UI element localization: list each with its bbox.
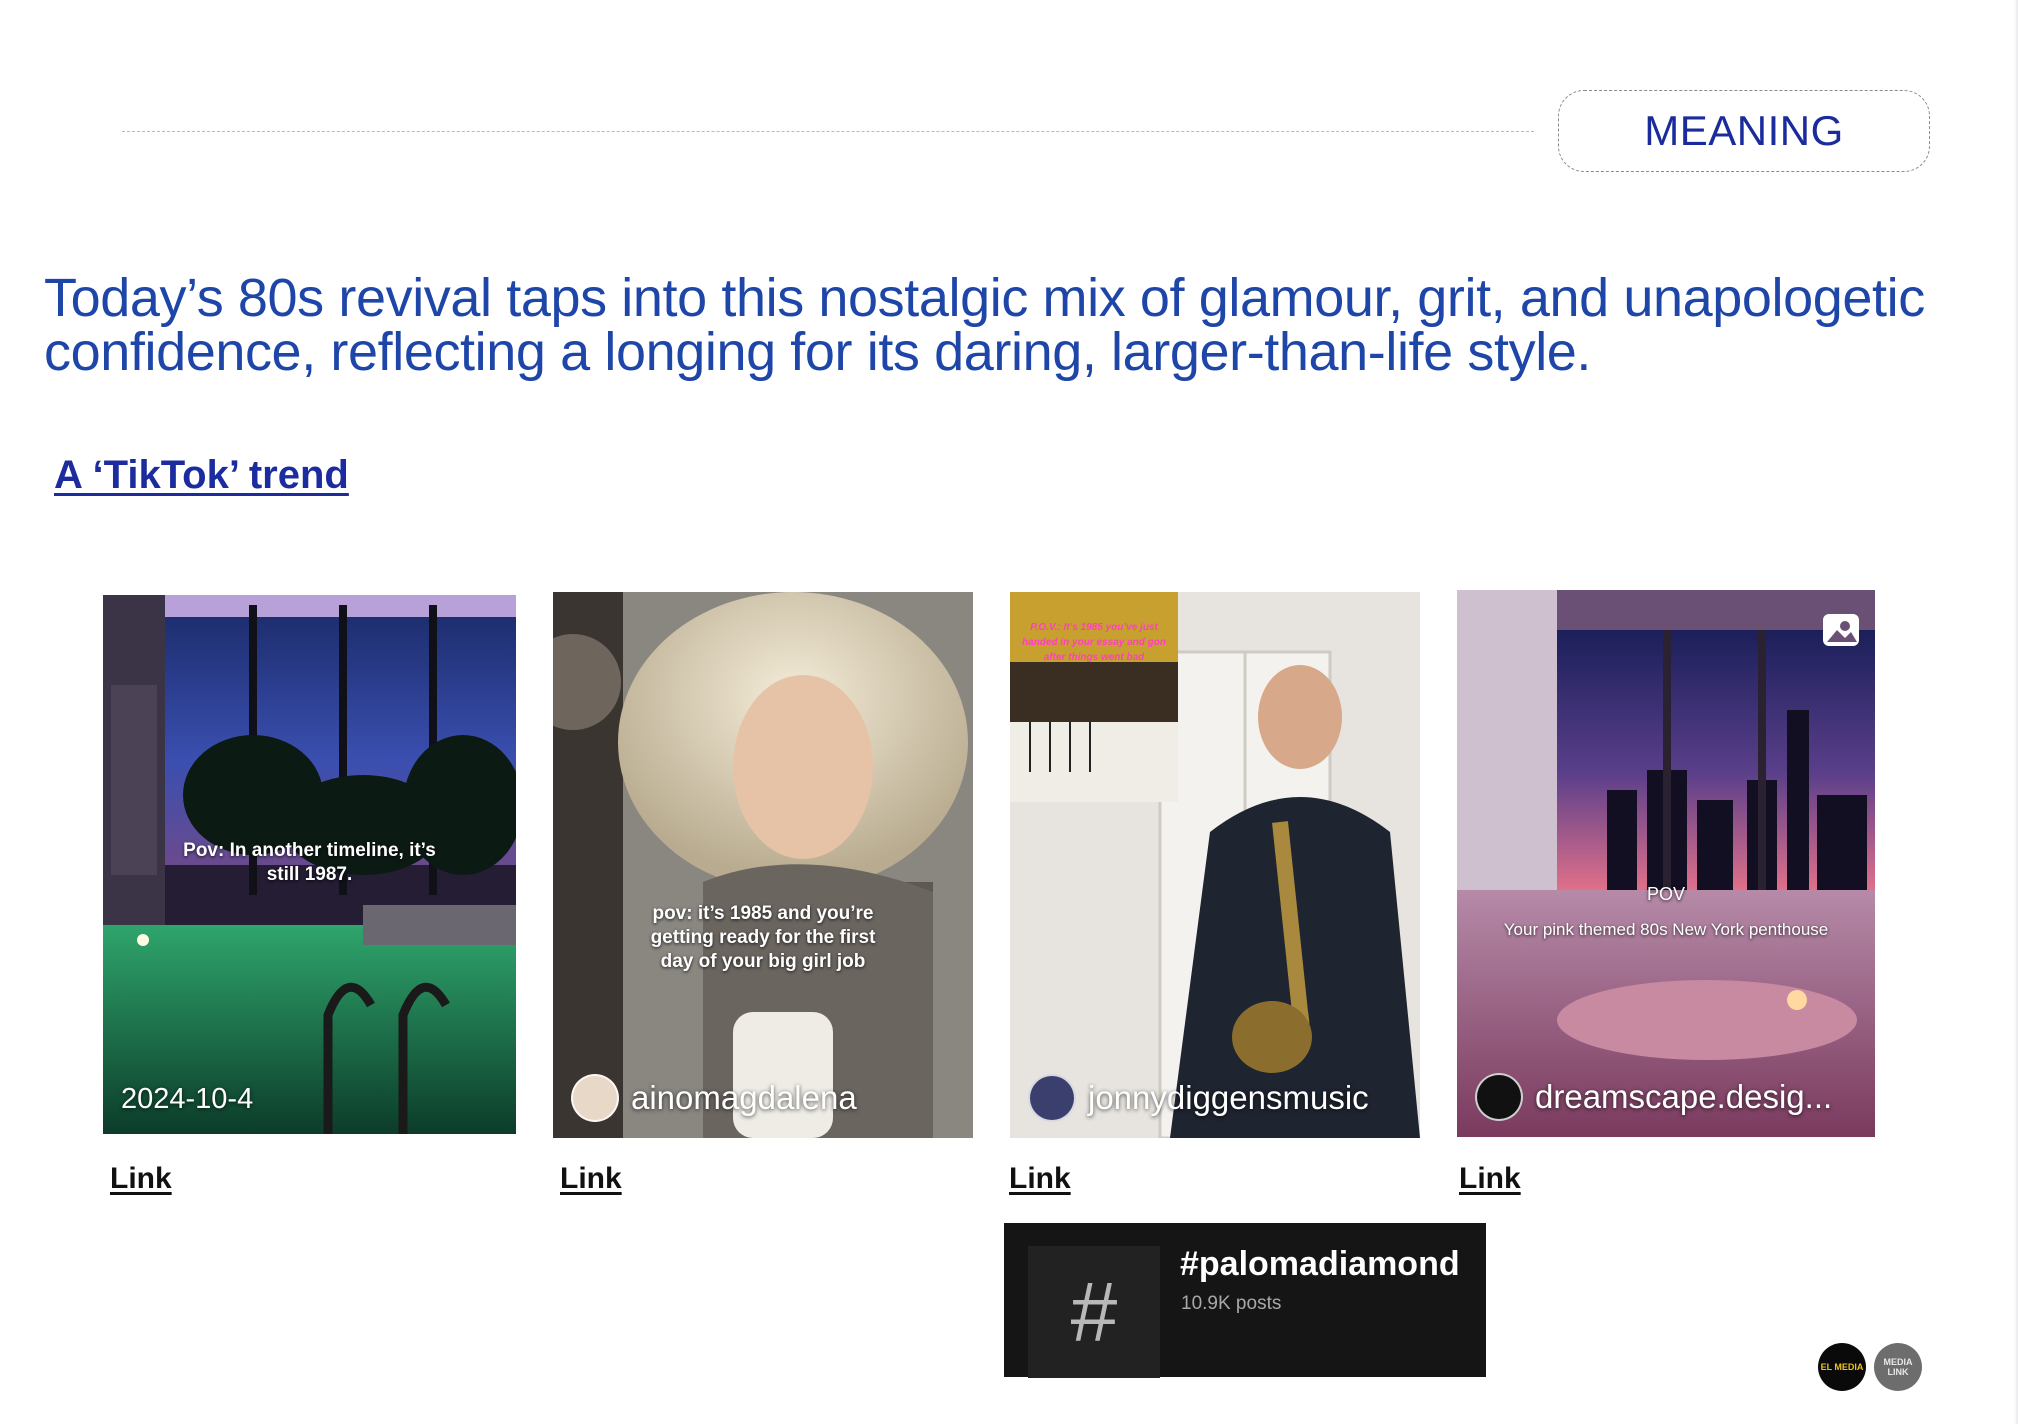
creator-avatar: [1028, 1074, 1076, 1122]
creator-name: ainomagdalena: [631, 1079, 857, 1116]
section-label: MEANING: [1558, 90, 1930, 172]
video-caption: Pov: In another timeline, it’s still 198…: [183, 840, 436, 885]
hashtag-post-count: 10.9K posts: [1181, 1293, 1282, 1314]
el-media-logo: EL MEDIA: [1818, 1343, 1866, 1391]
video-link-3[interactable]: Link: [1009, 1162, 1071, 1196]
video-link-1[interactable]: Link: [110, 1162, 172, 1196]
creator-handle: jonnydiggensmusic: [1028, 1074, 1369, 1122]
video-caption: pov: it’s 1985 and you’re getting ready …: [650, 903, 876, 972]
image-icon: [1823, 614, 1859, 646]
video-thumbnail-3[interactable]: P.O.V.: It’s 1985 you’ve just handed in …: [1010, 592, 1420, 1138]
video-thumbnail-2[interactable]: pov: it’s 1985 and you’re getting ready …: [553, 592, 973, 1138]
header-divider: [122, 131, 1534, 132]
video-caption-title: POV: [1646, 884, 1685, 904]
creator-avatar: [1475, 1073, 1523, 1121]
video-thumbnail-4[interactable]: POV Your pink themed 80s New York pentho…: [1457, 590, 1875, 1137]
creator-name: jonnydiggensmusic: [1088, 1079, 1369, 1116]
video-overlay-text: P.O.V.: It’s 1985 you’ve just handed in …: [1022, 622, 1166, 663]
portrait-scene-image: [553, 592, 973, 1138]
creator-name: dreamscape.desig...: [1535, 1078, 1833, 1115]
video-date: 2024-10-4: [121, 1083, 254, 1115]
video-caption: Your pink themed 80s New York penthouse: [1503, 920, 1829, 939]
tiktok-trend-link[interactable]: A ‘TikTok’ trend: [54, 453, 349, 498]
media-link-logo: MEDIA LINK: [1874, 1343, 1922, 1391]
creator-handle: ainomagdalena: [571, 1074, 857, 1122]
headline: Today’s 80s revival taps into this nosta…: [44, 268, 1925, 382]
slide-edge: [2014, 0, 2018, 1424]
penthouse-scene-image: [1457, 590, 1875, 1137]
hashtag-name: #palomadiamond: [1180, 1245, 1460, 1283]
video-thumbnail-1[interactable]: Pov: In another timeline, it’s still 198…: [103, 595, 516, 1134]
saxophone-scene-image: [1010, 592, 1420, 1138]
video-link-2[interactable]: Link: [560, 1162, 622, 1196]
hashtag-icon: #: [1028, 1246, 1160, 1378]
hashtag-card[interactable]: # #palomadiamond 10.9K posts: [1004, 1223, 1486, 1378]
creator-avatar: [571, 1074, 619, 1122]
creator-handle: dreamscape.desig...: [1475, 1073, 1832, 1121]
video-link-4[interactable]: Link: [1459, 1162, 1521, 1196]
